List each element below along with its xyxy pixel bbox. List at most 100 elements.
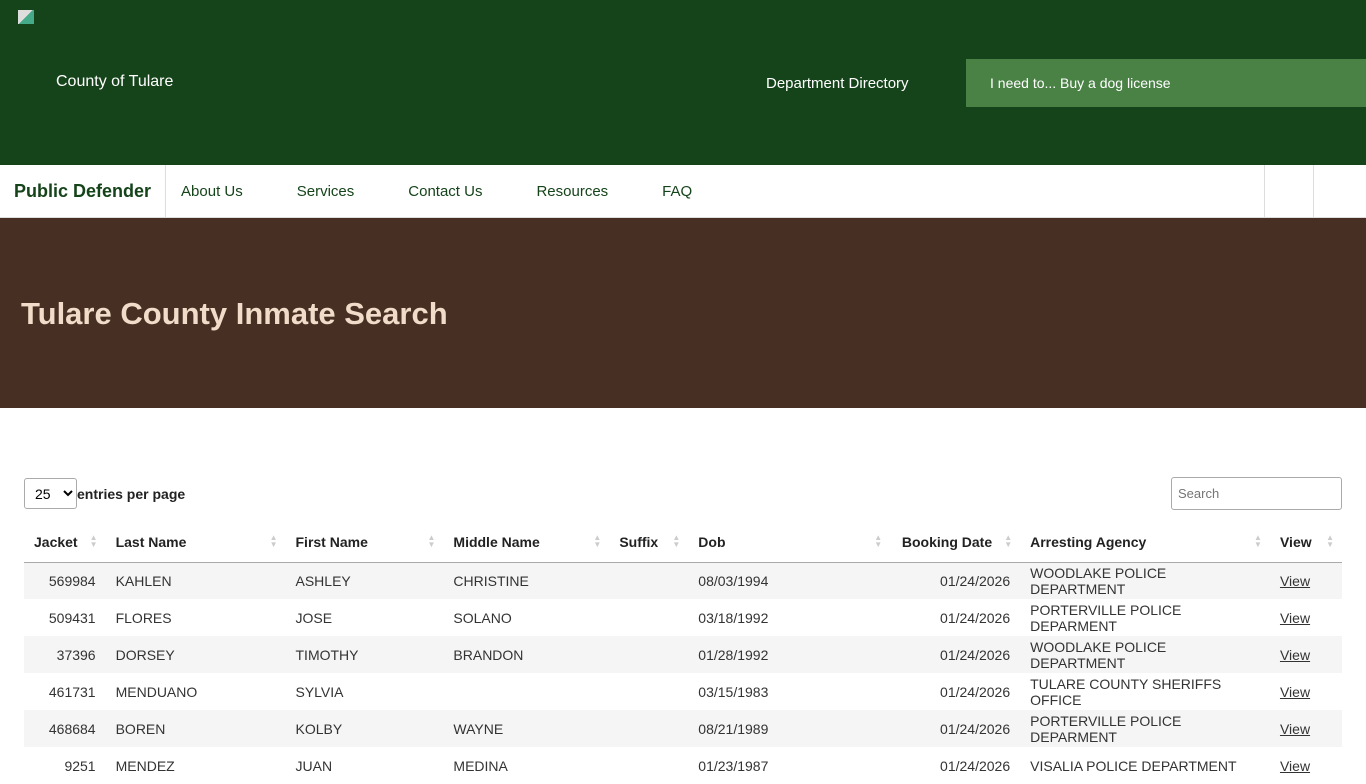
sort-icon: ▲ ▼ — [672, 533, 681, 549]
view-link[interactable]: View — [1280, 610, 1310, 626]
column-header-booking-date[interactable]: Booking Date ▲ ▼ — [890, 522, 1021, 563]
table-row: 468684 BOREN KOLBY WAYNE 08/21/1989 01/24/202… — [24, 710, 1342, 747]
column-label: Dob — [698, 533, 726, 550]
department-directory-link[interactable]: Department Directory — [766, 75, 909, 92]
cell-first-name: JUAN — [295, 757, 333, 774]
column-label: Jacket — [34, 533, 78, 550]
cell-last-name: MENDEZ — [115, 757, 175, 774]
cell-arresting-agency: WOODLAKE POLICE DEPARTMENT — [1020, 636, 1270, 673]
column-header-jacket[interactable]: Jacket ▲ ▼ — [24, 522, 106, 563]
cell-dob: 03/18/1992 — [698, 609, 769, 626]
sort-icon: ▲ ▼ — [427, 533, 436, 549]
cell-booking-date: 01/24/2026 — [890, 636, 1021, 673]
page-title: Tulare County Inmate Search — [21, 296, 448, 331]
cell-booking-date: 01/24/2026 — [940, 757, 1011, 774]
department-brand[interactable]: Public Defender — [0, 164, 167, 218]
cell-arresting-agency: TULARE COUNTY SHERIFFS OFFICE — [1030, 675, 1222, 708]
cell-suffix — [609, 710, 689, 747]
view-link[interactable]: View — [1280, 721, 1310, 737]
cell-booking-date: 01/24/2026 — [940, 609, 1011, 626]
hero-banner: Tulare County Inmate Search — [0, 218, 1366, 408]
cell-last-name: FLORES — [115, 609, 172, 626]
sort-icon: ▲ ▼ — [89, 533, 98, 549]
view-link[interactable]: View — [1280, 647, 1310, 663]
cell-view: View — [1270, 673, 1342, 710]
cell-view: View — [1269, 636, 1342, 673]
cell-middle-name: WAYNE — [443, 710, 610, 747]
nav-services[interactable]: Services — [297, 183, 355, 200]
entries-per-page-label: entries per page — [77, 485, 186, 502]
cell-jacket: 37396 — [24, 636, 106, 673]
table-row: 509431 FLORES JOSE SOLANO 03/18/1992 01/24/20… — [24, 599, 1342, 636]
cell-first-name: JOSE — [295, 609, 333, 626]
column-label: Last Name — [115, 533, 187, 550]
cell-view: View — [1269, 562, 1342, 599]
nav-icon-button[interactable] — [1313, 165, 1362, 218]
cell-jacket: 9251 — [64, 757, 96, 774]
cell-first-name: ASHLEY — [285, 562, 444, 599]
cell-middle-name: BRANDON — [443, 636, 610, 673]
table-row: 9251 MENDEZ JUAN MEDINA 01/23/1987 01/24/2026… — [24, 747, 1342, 784]
column-label: Middle Name — [453, 533, 540, 550]
view-link[interactable]: View — [1280, 684, 1310, 700]
search-input[interactable] — [1171, 477, 1342, 510]
cell-dob: 01/28/1992 — [688, 636, 891, 673]
column-label: Arresting Agency — [1030, 533, 1147, 550]
view-link[interactable]: View — [1280, 758, 1310, 774]
cell-middle-name: CHRISTINE — [443, 562, 610, 599]
cell-jacket: 509431 — [48, 609, 96, 626]
column-header-last-name[interactable]: Last Name ▲ ▼ — [105, 522, 286, 563]
cell-dob: 01/23/1987 — [698, 757, 769, 774]
cell-booking-date: 01/24/2026 — [940, 683, 1011, 700]
cell-middle-name: SOLANO — [453, 609, 512, 626]
entries-control: 25 entries per page — [24, 478, 185, 509]
column-label: First Name — [295, 533, 368, 550]
sort-icon: ▲ ▼ — [1004, 533, 1013, 549]
cell-last-name: MENDUANO — [115, 683, 198, 700]
cell-arresting-agency: VISALIA POLICE DEPARTMENT — [1030, 757, 1237, 774]
column-header-middle-name[interactable]: Middle Name ▲ ▼ — [443, 522, 610, 563]
cell-first-name: KOLBY — [285, 710, 444, 747]
cell-dob: 08/21/1989 — [688, 710, 891, 747]
cell-last-name: KAHLEN — [105, 562, 286, 599]
column-header-first-name[interactable]: First Name ▲ ▼ — [285, 522, 444, 563]
cell-jacket: 468684 — [24, 710, 106, 747]
column-header-arresting-agency[interactable]: Arresting Agency ▲ ▼ — [1020, 522, 1270, 563]
cell-arresting-agency: PORTERVILLE POLICE DEPARMENT — [1030, 601, 1182, 634]
nav-resources[interactable]: Resources — [536, 183, 608, 200]
cell-booking-date: 01/24/2026 — [890, 710, 1021, 747]
cell-jacket: 569984 — [24, 562, 106, 599]
nav-about-us[interactable]: About Us — [181, 183, 243, 200]
county-logo[interactable] — [18, 10, 48, 160]
sort-icon: ▲ ▼ — [593, 533, 602, 549]
department-nav: Public Defender About Us Services Contac… — [0, 164, 1366, 218]
cell-view: View — [1270, 599, 1342, 636]
county-name[interactable]: County of Tulare — [56, 73, 173, 91]
sort-icon: ▲ ▼ — [874, 533, 883, 549]
cell-first-name: TIMOTHY — [285, 636, 444, 673]
cell-arresting-agency: PORTERVILLE POLICE DEPARMENT — [1020, 710, 1270, 747]
cell-dob: 03/15/1983 — [698, 683, 769, 700]
cell-last-name: BOREN — [105, 710, 286, 747]
cell-last-name: DORSEY — [105, 636, 286, 673]
cell-jacket: 461731 — [48, 683, 96, 700]
nav-icon-button[interactable] — [1264, 165, 1313, 218]
inmate-table: Jacket ▲ ▼ Last Name ▲ ▼ First Name ▲ ▼ Middle Na… — [24, 522, 1342, 784]
i-need-to-dropdown[interactable]: I need to... Buy a dog license — [966, 59, 1366, 107]
cell-suffix — [609, 673, 688, 710]
entries-per-page-select[interactable]: 25 — [24, 478, 77, 509]
cell-first-name: SYLVIA — [295, 683, 344, 700]
sort-icon: ▲ ▼ — [269, 533, 278, 549]
nav-contact-us[interactable]: Contact Us — [408, 183, 482, 200]
cell-suffix — [609, 599, 688, 636]
cell-middle-name — [443, 673, 609, 710]
column-header-view[interactable]: View ▲ ▼ — [1269, 522, 1342, 563]
cell-suffix — [609, 747, 688, 784]
column-header-suffix[interactable]: Suffix ▲ ▼ — [609, 522, 689, 563]
column-label: View — [1279, 533, 1312, 550]
table-row: 37396 DORSEY TIMOTHY BRANDON 01/28/1992 01/24… — [24, 636, 1342, 673]
site-header: County of Tulare Department Directory I … — [0, 0, 1366, 165]
view-link[interactable]: View — [1280, 573, 1310, 589]
nav-faq[interactable]: FAQ — [662, 183, 692, 200]
column-header-dob[interactable]: Dob ▲ ▼ — [688, 522, 891, 563]
